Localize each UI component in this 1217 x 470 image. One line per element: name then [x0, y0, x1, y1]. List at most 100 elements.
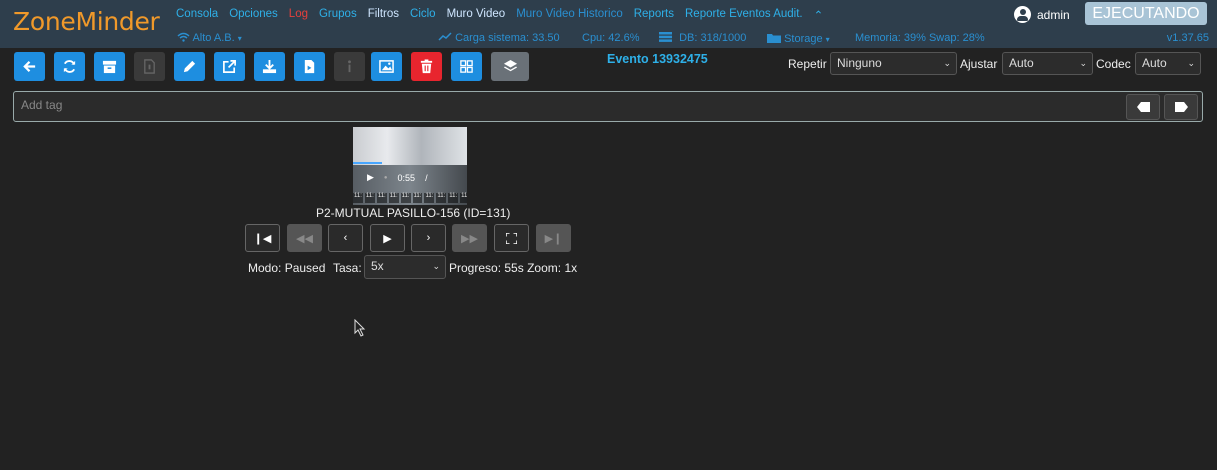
volume-icon[interactable]: / — [425, 173, 428, 183]
info-button[interactable] — [334, 52, 365, 81]
info-icon — [348, 60, 351, 73]
trash-icon — [420, 59, 433, 74]
nav-opciones[interactable]: Opciones — [229, 8, 278, 22]
rewind-button[interactable]: ◀◀ — [287, 224, 322, 252]
backspace-icon — [1136, 102, 1150, 112]
nav-reporte-eventos[interactable]: Reporte Eventos Audit. — [685, 8, 803, 22]
chevron-down-icon: ⌄ — [1187, 58, 1195, 68]
event-title: Evento 13932475 — [607, 52, 708, 66]
video-timeline-ticks: 11:11:11:11:11:11:11:11:11:11:11: — [353, 193, 467, 203]
nav-grupos[interactable]: Grupos — [319, 8, 357, 22]
add-tag-button[interactable] — [1164, 94, 1198, 120]
image-icon — [379, 60, 394, 73]
repeat-select[interactable]: Ninguno ⌄ — [830, 52, 957, 75]
export-button[interactable] — [214, 52, 245, 81]
timeline-tick: 11: — [364, 193, 375, 203]
tag-input[interactable]: Add tag — [21, 98, 62, 112]
back-button[interactable] — [14, 52, 45, 81]
folder-icon — [767, 34, 781, 43]
download-button[interactable] — [254, 52, 285, 81]
refresh-icon — [63, 60, 76, 73]
nav-filtros[interactable]: Filtros — [368, 8, 399, 22]
rate-select[interactable]: 5x ⌄ — [364, 255, 446, 279]
first-event-button[interactable]: ❙◀ — [245, 224, 280, 252]
fit-select[interactable]: Auto ⌄ — [1002, 52, 1093, 75]
layers-button[interactable] — [491, 52, 529, 81]
camera-name: P2-MUTUAL PASILLO-156 (ID=131) — [316, 206, 511, 220]
nav-log[interactable]: Log — [289, 8, 308, 22]
next-frame-button[interactable]: › — [411, 224, 446, 252]
memory-status: Memoria: 39% Swap: 28% — [855, 32, 985, 44]
main-nav: Consola Opciones Log Grupos Filtros Cicl… — [176, 8, 834, 22]
progress-info: Progreso: 55s Zoom: 1x — [449, 261, 578, 275]
zoom-value: 1x — [564, 261, 578, 275]
timeline-tick: 11: — [353, 193, 363, 203]
fullscreen-button[interactable] — [494, 224, 529, 252]
download-icon — [262, 59, 277, 74]
prev-frame-button[interactable]: ‹ — [328, 224, 363, 252]
tag-bar: Add tag — [13, 91, 1203, 122]
timeline-tick: 11: — [376, 193, 387, 203]
archive-button[interactable] — [94, 52, 125, 81]
nav-consola[interactable]: Consola — [176, 8, 218, 22]
user-menu[interactable]: admin — [1014, 6, 1070, 23]
fit-label: Ajustar — [960, 57, 998, 71]
wifi-icon — [177, 32, 190, 42]
video-progress-bar[interactable] — [353, 162, 382, 164]
storage-menu[interactable]: Storage ▾ — [767, 32, 830, 45]
codec-select[interactable]: Auto ⌄ — [1135, 52, 1201, 75]
nav-muro-video[interactable]: Muro Video — [447, 8, 506, 22]
archive-icon — [102, 60, 117, 74]
arrow-left-icon — [23, 61, 36, 72]
rewind-icon: ◀◀ — [296, 232, 313, 245]
external-link-icon — [223, 60, 236, 73]
chevron-left-icon: ‹ — [343, 232, 348, 244]
timeline-tick: 11: — [388, 193, 399, 203]
fast-forward-icon: ▶▶ — [461, 232, 478, 245]
unarchive-button[interactable] — [134, 52, 165, 81]
cpu-status: Cpu: 42.6% — [582, 32, 640, 44]
chevron-down-icon: ⌄ — [432, 261, 440, 271]
skip-start-icon: ❙◀ — [253, 232, 272, 245]
nav-reports[interactable]: Reports — [634, 8, 674, 22]
logo[interactable]: ZoneMinder — [13, 7, 160, 36]
user-avatar-icon — [1014, 6, 1031, 23]
timeline-tick: 11: — [436, 193, 447, 203]
timeline-tick: 11: — [448, 193, 459, 203]
chevron-down-icon: ⌄ — [943, 58, 951, 68]
nav-collapse-icon[interactable]: ⌃ — [814, 8, 824, 22]
layers-icon — [503, 59, 517, 72]
frames-button[interactable] — [371, 52, 402, 81]
mode-info: Modo: Paused — [248, 261, 326, 275]
refresh-button[interactable] — [54, 52, 85, 81]
last-event-button[interactable]: ▶❙ — [536, 224, 571, 252]
nav-ciclo[interactable]: Ciclo — [410, 8, 436, 22]
video-frame — [353, 127, 467, 165]
nav-muro-video-historico[interactable]: Muro Video Historico — [516, 8, 623, 22]
video-file-button[interactable] — [294, 52, 325, 81]
video-player[interactable]: ▶ ● 0:55 / 11: 11: 11: 11: 11: 11: 11: 11: 11: 11… — [353, 127, 467, 205]
timeline-tick: 11: — [412, 193, 423, 203]
timeline-tick: 11: — [460, 193, 467, 203]
rate-label: Tasa: — [333, 261, 362, 275]
chevron-right-icon: › — [426, 232, 431, 244]
bandwidth-menu[interactable]: Alto A.B. ▾ — [177, 32, 242, 44]
play-button[interactable]: ▶ — [370, 224, 405, 252]
run-state-button[interactable]: EJECUTANDO — [1085, 2, 1207, 25]
header: ZoneMinder Consola Opciones Log Grupos F… — [0, 0, 1217, 48]
play-icon[interactable]: ▶ — [367, 172, 374, 183]
fast-forward-button[interactable]: ▶▶ — [452, 224, 487, 252]
repeat-label: Repetir — [788, 57, 827, 71]
load-status: Carga sistema: 33.50 — [438, 32, 560, 44]
montage-button[interactable] — [451, 52, 482, 81]
play-icon: ▶ — [383, 232, 392, 245]
file-video-icon — [304, 59, 315, 74]
fullscreen-icon — [506, 232, 517, 244]
edit-button[interactable] — [174, 52, 205, 81]
skip-end-icon: ▶❙ — [544, 232, 563, 245]
pencil-icon — [183, 60, 196, 73]
remove-tag-button[interactable] — [1126, 94, 1160, 120]
delete-button[interactable] — [411, 52, 442, 81]
chevron-down-icon: ⌄ — [1079, 58, 1087, 68]
timeline-tick: 11: — [424, 193, 435, 203]
